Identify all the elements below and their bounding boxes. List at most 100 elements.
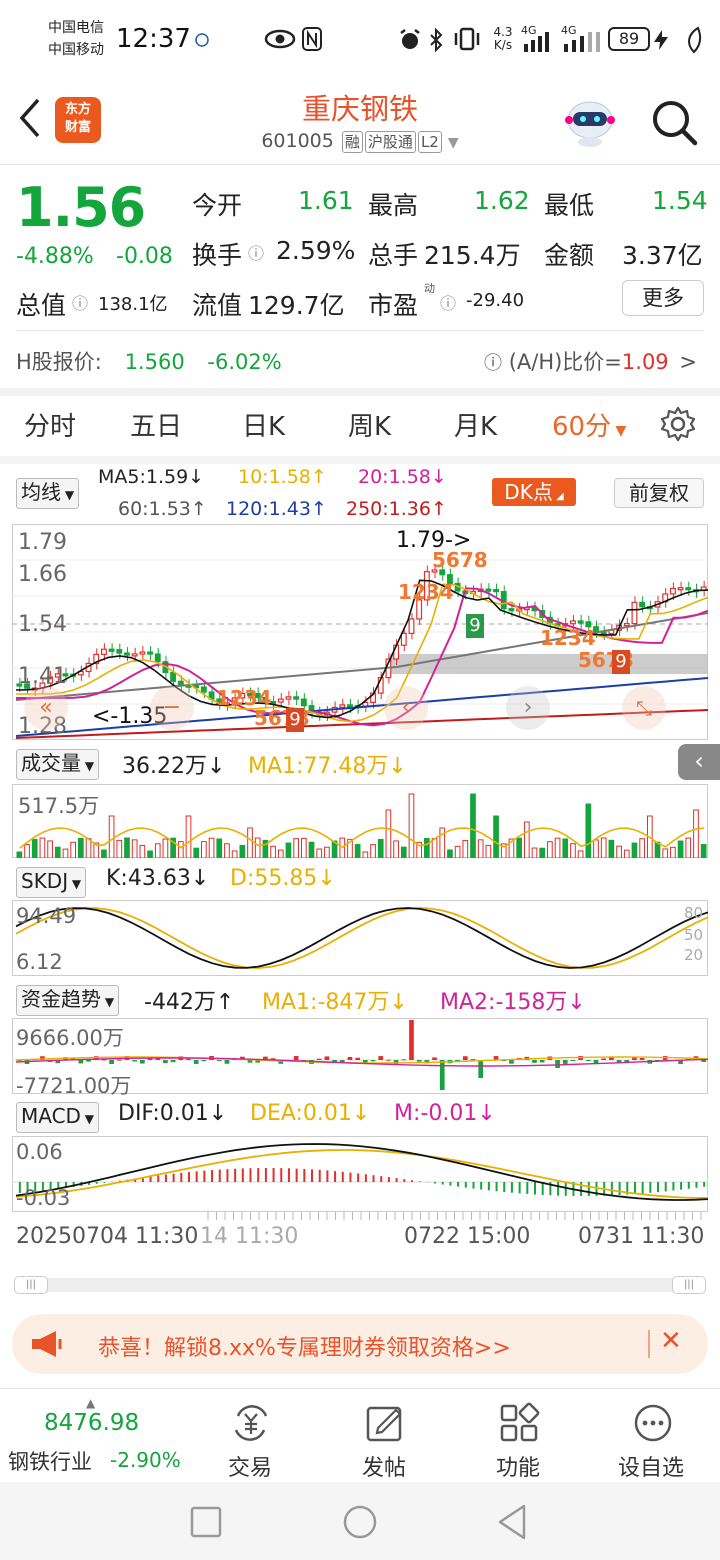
candle bbox=[285, 696, 292, 700]
low-value: 1.54 bbox=[652, 186, 708, 215]
volume-chart[interactable] bbox=[12, 784, 708, 858]
volume-bar bbox=[516, 837, 522, 858]
collapse-panel-icon[interactable]: ‹ bbox=[678, 744, 720, 780]
volume-bar bbox=[201, 841, 207, 858]
home-icon[interactable] bbox=[342, 1504, 378, 1540]
volume-bar bbox=[454, 845, 461, 858]
tab-weekly-k[interactable]: 周K bbox=[348, 406, 391, 443]
candle bbox=[108, 648, 115, 652]
candle bbox=[569, 620, 576, 625]
tab-monthly-k[interactable]: 月K bbox=[454, 406, 497, 443]
scroll-handle-left[interactable]: ||| bbox=[14, 1276, 48, 1294]
volume-value: 215.4万 bbox=[424, 241, 521, 270]
functions-grid-icon[interactable] bbox=[498, 1402, 540, 1444]
adjust-button[interactable]: 前复权 bbox=[614, 478, 704, 508]
skdj-chart[interactable] bbox=[12, 900, 708, 976]
scroll-handle-right[interactable]: ||| bbox=[672, 1276, 706, 1294]
signal-2-icon bbox=[564, 32, 600, 52]
settings-gear-icon[interactable] bbox=[660, 406, 696, 442]
recent-apps-icon[interactable] bbox=[190, 1506, 222, 1538]
volume-bar bbox=[577, 850, 584, 858]
time-label: 14 11:30 bbox=[200, 1224, 299, 1249]
fullscreen-icon[interactable]: ⤡ bbox=[622, 686, 666, 730]
volume-bar bbox=[477, 839, 484, 858]
volume-bar bbox=[154, 843, 161, 858]
trade-label[interactable]: 交易 bbox=[228, 1450, 272, 1482]
time-label: 0722 15:00 bbox=[404, 1224, 531, 1249]
capital-bar bbox=[439, 1060, 445, 1090]
candle bbox=[400, 632, 407, 646]
volume-bar bbox=[493, 815, 499, 858]
info-icon[interactable]: ⓘ bbox=[72, 290, 88, 314]
ma5-label: MA5:1.59↓ bbox=[98, 466, 205, 488]
volume-bar bbox=[162, 838, 169, 858]
macd-chart[interactable] bbox=[12, 1136, 708, 1212]
ma-select[interactable]: 均线 ▼ bbox=[16, 478, 80, 509]
scroll-right-icon[interactable]: › bbox=[506, 686, 550, 730]
clock: 12:37 bbox=[116, 24, 191, 54]
capital-select[interactable]: 资金趋势 ▼ bbox=[16, 985, 120, 1016]
volume-bar bbox=[39, 837, 46, 858]
assistant-robot-icon[interactable] bbox=[563, 96, 617, 148]
macd-select[interactable]: MACD ▼ bbox=[16, 1102, 99, 1133]
capital-bar bbox=[639, 1057, 645, 1060]
close-icon[interactable]: ✕ bbox=[660, 1326, 682, 1356]
scroll-left-icon[interactable]: ‹ bbox=[384, 686, 428, 730]
candle bbox=[293, 696, 300, 700]
seq-marker: 1234 bbox=[398, 580, 454, 604]
post-icon[interactable] bbox=[364, 1402, 406, 1444]
tab-five-day[interactable]: 五日 bbox=[130, 406, 182, 443]
promo-text[interactable]: 恭喜！解锁8.xx%专属理财券领取资格>> bbox=[98, 1330, 511, 1362]
capital-bar bbox=[701, 1060, 706, 1062]
bluetooth-icon bbox=[430, 28, 443, 52]
h-price: 1.560 bbox=[124, 350, 185, 374]
volume-bar bbox=[377, 838, 384, 858]
capital-bar bbox=[163, 1060, 168, 1064]
info-icon[interactable]: ⓘ bbox=[440, 290, 456, 314]
index-value[interactable]: 8476.98 bbox=[44, 1410, 139, 1436]
volume-bar bbox=[285, 842, 292, 858]
capital-axis-top: 9666.00万 bbox=[16, 1026, 124, 1050]
tab-daily-k[interactable]: 日K bbox=[242, 406, 285, 443]
tab-60min[interactable]: 60分 ▼ bbox=[552, 406, 626, 443]
candle bbox=[485, 588, 492, 592]
more-button[interactable]: 更多 bbox=[622, 280, 704, 316]
candle bbox=[639, 601, 646, 608]
candle bbox=[623, 622, 630, 627]
capital-bar bbox=[470, 1059, 476, 1061]
volume-select[interactable]: 成交量 ▼ bbox=[16, 749, 100, 780]
chevron-up-icon[interactable]: ▲ bbox=[86, 1396, 95, 1410]
volume-bar bbox=[385, 809, 392, 858]
dk-point-button[interactable]: DK点 ◢ bbox=[492, 478, 576, 506]
functions-label[interactable]: 功能 bbox=[496, 1450, 540, 1482]
capital-value: -442万↑ bbox=[144, 990, 235, 1015]
volume-bar bbox=[362, 851, 369, 858]
h-share-row[interactable]: H股报价: 1.560 -6.02% bbox=[16, 346, 282, 376]
capital-bar bbox=[224, 1060, 230, 1064]
volume-bar bbox=[270, 845, 276, 858]
tab-intraday[interactable]: 分时 bbox=[24, 406, 76, 443]
capital-bar bbox=[216, 1060, 222, 1061]
index-name[interactable]: 钢铁行业 bbox=[8, 1446, 92, 1476]
skdj-select[interactable]: SKDJ ▼ bbox=[16, 867, 87, 898]
capital-bar bbox=[140, 1060, 145, 1064]
skdj-axis-top: 94.49 bbox=[16, 904, 77, 928]
chart-scrollbar[interactable] bbox=[14, 1278, 706, 1292]
more-dots-icon[interactable] bbox=[632, 1402, 674, 1444]
ah-ratio[interactable]: ⓘ (A/H)比价=1.09 > bbox=[484, 346, 697, 376]
y-tick: 1.54 bbox=[18, 612, 67, 637]
chevron-down-icon[interactable]: ▼ bbox=[448, 135, 459, 151]
post-label[interactable]: 发帖 bbox=[362, 1450, 406, 1482]
watchlist-label[interactable]: 设自选 bbox=[618, 1450, 684, 1482]
open-label: 今开 bbox=[192, 191, 243, 220]
scroll-start-icon[interactable]: « bbox=[24, 686, 68, 730]
capital-bar bbox=[293, 1056, 299, 1060]
info-icon[interactable]: ⓘ bbox=[248, 240, 264, 264]
zoom-out-icon[interactable]: − bbox=[150, 686, 194, 730]
nav-back-icon[interactable] bbox=[496, 1504, 528, 1540]
carrier-1: 中国电信 bbox=[48, 20, 104, 36]
search-icon[interactable] bbox=[650, 98, 698, 146]
capital-bar bbox=[116, 1059, 122, 1061]
ma250-label: 250:1.36↑ bbox=[346, 498, 447, 520]
trade-icon[interactable] bbox=[230, 1402, 272, 1444]
